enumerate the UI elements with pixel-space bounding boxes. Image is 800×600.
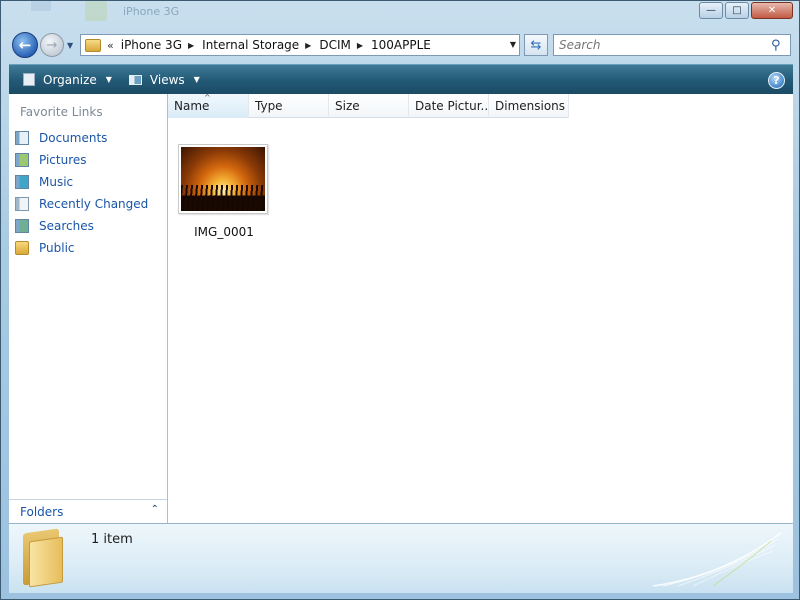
recently-changed-icon xyxy=(15,197,29,211)
sidebar-item-searches[interactable]: Searches xyxy=(15,215,148,237)
favorite-links-list: Documents Pictures Music Recently Change… xyxy=(15,127,148,259)
search-input[interactable] xyxy=(553,34,791,56)
column-header-type[interactable]: Type xyxy=(249,94,329,118)
command-bar: Organize ▼ Views ▼ ? xyxy=(9,64,793,94)
column-header-date-pictured[interactable]: Date Pictur... xyxy=(409,94,489,118)
column-label: Type xyxy=(255,99,283,113)
sidebar-item-music[interactable]: Music xyxy=(15,171,148,193)
back-button[interactable]: ← xyxy=(12,32,38,58)
organize-label: Organize xyxy=(43,72,97,87)
sidebar-item-label: Pictures xyxy=(39,153,87,167)
photo-thumbnail xyxy=(178,144,268,214)
chevron-down-icon: ▼ xyxy=(193,75,200,84)
item-count: 1 item xyxy=(91,532,133,547)
background-window-fragment xyxy=(31,1,51,11)
navigation-pane: Favorite Links Documents Pictures Music … xyxy=(9,94,168,523)
chevron-right-icon[interactable]: ▶ xyxy=(188,41,194,50)
breadcrumb-100apple[interactable]: 100APPLE xyxy=(371,38,431,52)
column-label: Dimensions xyxy=(495,99,566,113)
column-header-dimensions[interactable]: Dimensions xyxy=(489,94,569,118)
background-window-title: iPhone 3G xyxy=(123,5,180,18)
views-label: Views xyxy=(149,72,185,87)
background-window-icon xyxy=(85,1,107,21)
breadcrumb-overflow[interactable]: « xyxy=(107,39,114,52)
sidebar-item-label: Public xyxy=(39,241,75,255)
explorer-window: iPhone 3G — □ ✕ ← → ▼ « iPhone 3G ▶ Inte… xyxy=(0,0,800,600)
file-item[interactable]: IMG_0001 xyxy=(178,144,270,239)
chevron-right-icon[interactable]: ▶ xyxy=(305,41,311,50)
views-icon xyxy=(129,73,143,87)
sidebar-item-label: Music xyxy=(39,175,74,189)
help-icon[interactable]: ? xyxy=(768,72,785,89)
sidebar-item-label: Documents xyxy=(39,131,108,145)
column-label: Size xyxy=(335,99,360,113)
close-button[interactable]: ✕ xyxy=(751,2,793,19)
chevron-down-icon: ▼ xyxy=(67,41,74,50)
documents-icon xyxy=(15,131,29,145)
minimize-button[interactable]: — xyxy=(699,2,723,19)
folder-icon xyxy=(19,528,69,588)
column-header-name[interactable]: ^ Name xyxy=(168,94,249,118)
chevron-up-icon[interactable]: ⌃ xyxy=(151,504,159,515)
window-controls: — □ ✕ xyxy=(699,2,793,19)
sidebar-item-documents[interactable]: Documents xyxy=(15,127,148,149)
sidebar-item-label: Recently Changed xyxy=(39,197,149,211)
column-headers: ^ Name Type Size Date Pictur... Dimensio… xyxy=(168,94,569,118)
address-bar[interactable]: « iPhone 3G ▶ Internal Storage ▶ DCIM ▶ … xyxy=(80,34,520,56)
music-icon xyxy=(15,175,29,189)
sidebar-item-public[interactable]: Public xyxy=(15,237,148,259)
breadcrumb-internal-storage[interactable]: Internal Storage xyxy=(202,38,299,52)
pictures-icon xyxy=(15,153,29,167)
folders-toggle[interactable]: Folders ⌃ xyxy=(9,499,167,523)
maximize-button[interactable]: □ xyxy=(725,2,749,19)
column-label: Date Pictur... xyxy=(415,99,489,113)
refresh-icon: ⇆ xyxy=(530,37,542,53)
organize-icon xyxy=(22,73,36,87)
back-arrow-icon: ← xyxy=(18,36,32,54)
organize-button[interactable]: Organize ▼ xyxy=(18,70,116,90)
breadcrumb-iphone[interactable]: iPhone 3G xyxy=(121,38,182,52)
file-name: IMG_0001 xyxy=(194,225,254,239)
column-header-size[interactable]: Size xyxy=(329,94,409,118)
refresh-button[interactable]: ⇆ xyxy=(524,34,548,56)
file-list-pane: ^ Name Type Size Date Pictur... Dimensio… xyxy=(168,94,793,523)
sunset-photo-icon xyxy=(181,147,265,211)
address-dropdown-icon[interactable]: ▼ xyxy=(510,40,516,49)
sidebar-item-recently-changed[interactable]: Recently Changed xyxy=(15,193,148,215)
sidebar-item-label: Searches xyxy=(39,219,94,233)
decorative-swoosh xyxy=(653,532,782,587)
favorite-links-heading: Favorite Links xyxy=(20,105,103,119)
details-pane: 1 item xyxy=(9,523,793,593)
forward-button[interactable]: → xyxy=(40,33,64,57)
folders-label: Folders xyxy=(20,504,64,519)
forward-arrow-icon: → xyxy=(46,37,58,53)
sort-ascending-icon: ^ xyxy=(204,94,211,102)
breadcrumb-dcim[interactable]: DCIM xyxy=(319,38,351,52)
views-button[interactable]: Views ▼ xyxy=(125,70,204,90)
recent-pages-dropdown[interactable]: ▼ xyxy=(67,41,77,50)
public-folder-icon xyxy=(15,241,29,255)
chevron-down-icon: ▼ xyxy=(105,75,112,84)
chevron-right-icon[interactable]: ▶ xyxy=(357,41,363,50)
searches-icon xyxy=(15,219,29,233)
folder-icon xyxy=(85,38,101,52)
search-icon[interactable]: ⚲ xyxy=(771,38,785,53)
sidebar-item-pictures[interactable]: Pictures xyxy=(15,149,148,171)
